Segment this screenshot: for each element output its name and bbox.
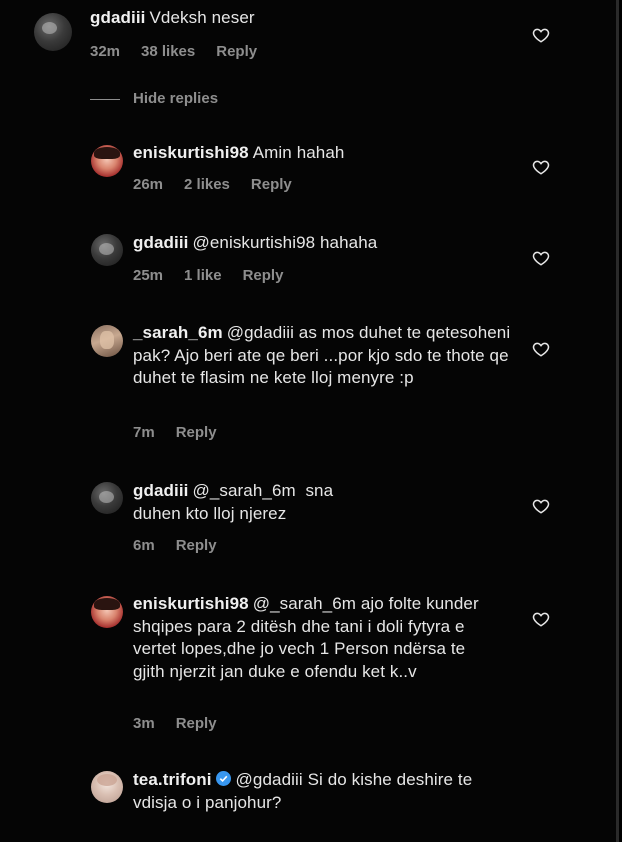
reply-button[interactable]: Reply: [176, 424, 217, 441]
reply-button[interactable]: Reply: [176, 715, 217, 732]
reply-body: eniskurtishi98 @_sarah_6m ajo folte kunde…: [133, 593, 501, 683]
reply-meta: 26m 2 likes Reply: [133, 176, 313, 193]
heart-outline-icon[interactable]: [532, 340, 550, 358]
reply-meta: 7m Reply: [133, 424, 238, 441]
avatar[interactable]: [91, 596, 123, 628]
reply-body: gdadiii @_sarah_6m sna duhen kto lloj nje…: [133, 480, 363, 525]
reply-button[interactable]: Reply: [243, 267, 284, 284]
reply-meta: 25m 1 like Reply: [133, 267, 304, 284]
reply-time: 7m: [133, 424, 155, 441]
verified-badge-icon: [215, 771, 231, 786]
reply-time: 26m: [133, 176, 164, 193]
comment-meta: 32m 38 likes Reply: [90, 43, 278, 60]
comments-thread: gdadiii Vdeksh neser 32m 38 likes Reply Hid…: [0, 0, 619, 842]
comment-likes[interactable]: 38 likes: [141, 43, 195, 60]
heart-outline-icon[interactable]: [532, 249, 550, 267]
avatar[interactable]: [91, 145, 123, 177]
avatar[interactable]: [91, 482, 123, 514]
reply-time: 6m: [133, 537, 155, 554]
reply-button[interactable]: Reply: [251, 176, 292, 193]
avatar[interactable]: [91, 325, 123, 357]
reply-meta: 6m Reply: [133, 537, 238, 554]
comment-item: gdadiii Vdeksh neser 32m 38 likes Reply: [0, 0, 616, 90]
reply-body: eniskurtishi98 Amin hahah: [133, 142, 533, 165]
reply-meta: 3m Reply: [133, 715, 238, 732]
comment-time: 32m: [90, 43, 121, 60]
reply-body: tea.trifoni @gdadiii Si do kishe deshire …: [133, 769, 513, 814]
avatar[interactable]: [91, 234, 123, 266]
reply-button[interactable]: Reply: [176, 537, 217, 554]
heart-outline-icon[interactable]: [532, 610, 550, 628]
avatar[interactable]: [91, 771, 123, 803]
reply-username[interactable]: gdadiii: [133, 481, 188, 500]
reply-text: @eniskurtishi98 hahaha: [192, 233, 378, 252]
comment-username[interactable]: gdadiii: [90, 8, 145, 27]
reply-username[interactable]: eniskurtishi98: [133, 143, 249, 162]
reply-button[interactable]: Reply: [216, 43, 257, 60]
heart-outline-icon[interactable]: [532, 497, 550, 515]
comment-body: gdadiii Vdeksh neser: [90, 7, 520, 30]
heart-outline-icon[interactable]: [532, 158, 550, 176]
reply-username[interactable]: eniskurtishi98: [133, 594, 249, 613]
reply-username[interactable]: _sarah_6m: [133, 323, 223, 342]
reply-time: 3m: [133, 715, 155, 732]
comment-text: Vdeksh neser: [149, 8, 255, 27]
avatar[interactable]: [34, 13, 72, 51]
reply-text: Amin hahah: [252, 143, 345, 162]
reply-likes[interactable]: 2 likes: [184, 176, 230, 193]
reply-body: gdadiii @eniskurtishi98 hahaha: [133, 232, 533, 255]
reply-likes[interactable]: 1 like: [184, 267, 222, 284]
reply-username[interactable]: tea.trifoni: [133, 770, 212, 789]
reply-body: _sarah_6m @gdadiii as mos duhet te qeteso…: [133, 322, 515, 390]
heart-outline-icon[interactable]: [532, 26, 550, 44]
hide-replies-label: Hide replies: [133, 90, 219, 107]
reply-username[interactable]: gdadiii: [133, 233, 188, 252]
divider-line: [90, 98, 120, 100]
hide-replies-button[interactable]: Hide replies: [90, 90, 218, 107]
reply-time: 25m: [133, 267, 164, 284]
